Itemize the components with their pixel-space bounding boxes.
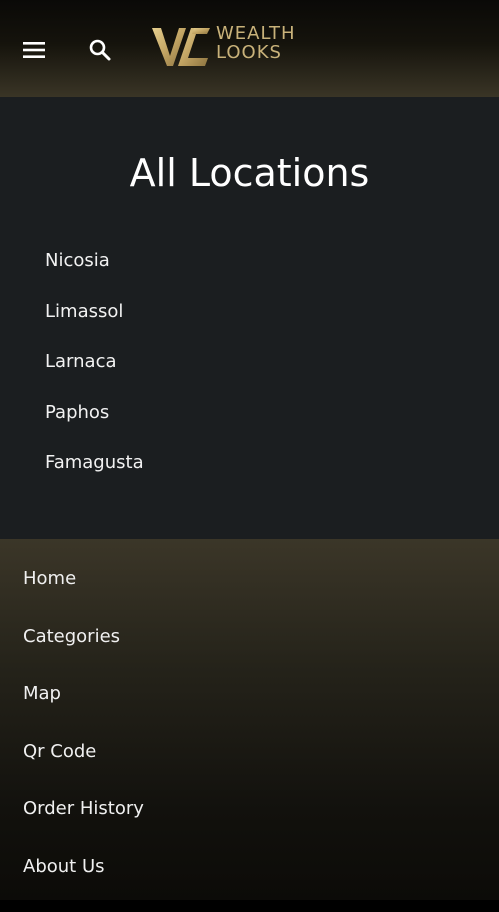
- nav-list: Home Categories Map Qr Code Order Histor…: [23, 567, 144, 912]
- logo-line-1: WEALTH: [216, 24, 296, 43]
- search-button[interactable]: [86, 36, 114, 64]
- locations-panel: All Locations Nicosia Limassol Larnaca P…: [0, 97, 499, 539]
- brand-logo[interactable]: WEALTH LOOKS: [150, 22, 320, 72]
- nav-item-about-us[interactable]: About Us: [23, 855, 144, 912]
- location-item-nicosia[interactable]: Nicosia: [45, 249, 144, 300]
- search-icon: [86, 36, 114, 64]
- wl-logo-icon: [150, 24, 212, 68]
- main-navigation: Home Categories Map Qr Code Order Histor…: [0, 539, 499, 900]
- nav-item-categories[interactable]: Categories: [23, 625, 144, 683]
- logo-line-2: LOOKS: [216, 43, 296, 62]
- location-item-limassol[interactable]: Limassol: [45, 300, 144, 351]
- nav-item-map[interactable]: Map: [23, 682, 144, 740]
- nav-item-home[interactable]: Home: [23, 567, 144, 625]
- logo-wordmark: WEALTH LOOKS: [216, 24, 296, 62]
- hamburger-menu-icon: [20, 38, 48, 62]
- app-header: WEALTH LOOKS: [0, 0, 499, 97]
- locations-list: Nicosia Limassol Larnaca Paphos Famagust…: [45, 249, 144, 502]
- location-item-larnaca[interactable]: Larnaca: [45, 350, 144, 401]
- nav-item-qr-code[interactable]: Qr Code: [23, 740, 144, 798]
- nav-item-order-history[interactable]: Order History: [23, 797, 144, 855]
- location-item-paphos[interactable]: Paphos: [45, 401, 144, 452]
- menu-button[interactable]: [20, 38, 48, 62]
- locations-title: All Locations: [0, 151, 499, 195]
- location-item-famagusta[interactable]: Famagusta: [45, 451, 144, 502]
